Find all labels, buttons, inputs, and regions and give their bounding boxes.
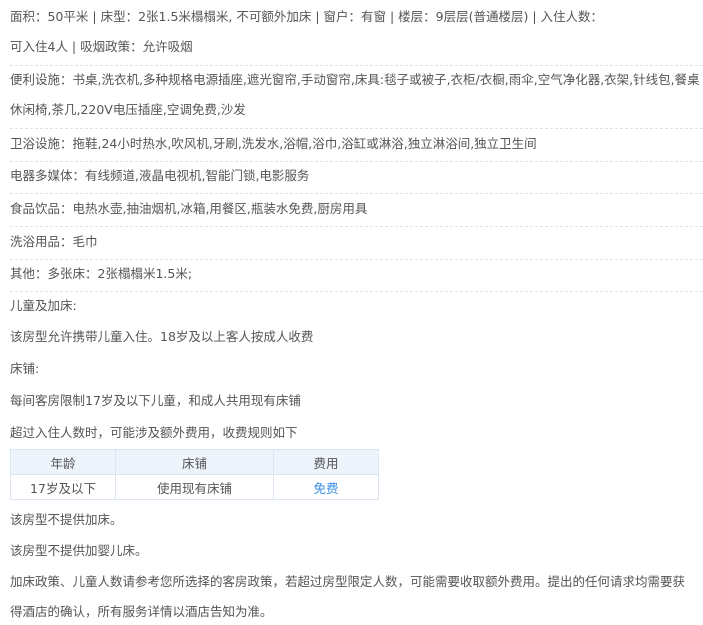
bedding-heading: 床铺: xyxy=(10,361,40,376)
fee-table-header-fee: 费用 xyxy=(273,449,379,475)
fee-table-cell-bed: 使用现有床铺 xyxy=(115,474,274,500)
bathroom-facilities: 卫浴设施：拖鞋,24小时热水,吹风机,牙刷,洗发水,浴帽,浴巾,浴缸或淋浴,独立… xyxy=(10,135,703,162)
fee-table-cell-age: 17岁及以下 xyxy=(10,474,116,500)
room-info-line-1: 面积：50平米 | 床型：2张1.5米榻榻米, 不可额外加床 | 窗户：有窗 |… xyxy=(10,9,604,24)
convenience-facilities-line-1: 便利设施：书桌,洗衣机,多种规格电源插座,遮光窗帘,手动窗帘,床具:毯子或被子,… xyxy=(10,72,699,87)
children-policy-text: 该房型允许携带儿童入住。18岁及以上客人按成人收费 xyxy=(10,329,314,344)
no-crib-note: 该房型不提供加婴儿床。 xyxy=(10,543,148,558)
fee-table-cell-fee: 免费 xyxy=(273,474,379,500)
fee-table-header-age: 年龄 xyxy=(10,449,116,475)
bedding-text-2: 超过入住人数时，可能涉及额外费用，收费规则如下 xyxy=(10,425,298,440)
children-policy-heading: 儿童及加床: xyxy=(10,298,77,313)
fee-table-header-row: 年龄 床铺 费用 xyxy=(10,449,379,475)
food-facilities: 食品饮品：电热水壶,抽油烟机,冰箱,用餐区,瓶装水免费,厨房用具 xyxy=(10,200,703,227)
no-extra-bed-note: 该房型不提供加床。 xyxy=(10,512,123,527)
other-facilities: 其他：多张床：2张榻榻米1.5米; xyxy=(10,265,703,292)
room-info-line-2: 可入住4人 | 吸烟政策：允许吸烟 xyxy=(10,38,703,66)
policy-disclaimer-line-2: 得酒店的确认，所有服务详情以酒店告知为准。 xyxy=(10,604,273,619)
toiletries: 洗浴用品：毛巾 xyxy=(10,233,703,260)
bedding-text-1: 每间客房限制17岁及以下儿童，和成人共用现有床铺 xyxy=(10,393,301,408)
convenience-facilities-line-2: 休闲椅,茶几,220V电压插座,空调免费,沙发 xyxy=(10,101,703,129)
table-row: 17岁及以下 使用现有床铺 免费 xyxy=(10,474,379,500)
extra-fee-table: 年龄 床铺 费用 17岁及以下 使用现有床铺 免费 xyxy=(10,449,379,500)
media-facilities: 电器多媒体：有线频道,液晶电视机,智能门锁,电影服务 xyxy=(10,167,703,194)
fee-table-header-bed: 床铺 xyxy=(115,449,274,475)
room-details-panel: 面积：50平米 | 床型：2张1.5米榻榻米, 不可额外加床 | 窗户：有窗 |… xyxy=(0,0,703,625)
policy-disclaimer-line-1: 加床政策、儿童人数请参考您所选择的客房政策，若超过房型限定人数，可能需要收取额外… xyxy=(10,574,686,589)
